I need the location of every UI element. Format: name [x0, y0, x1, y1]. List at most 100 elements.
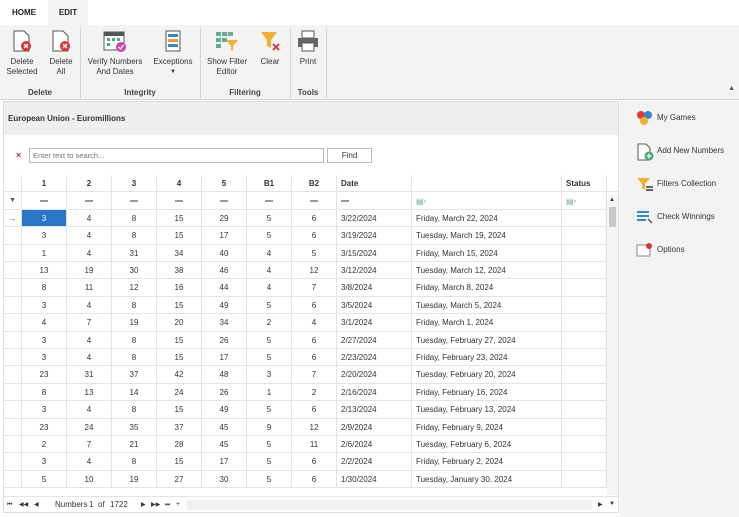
grid-cell[interactable]: 2/16/2024: [337, 383, 412, 401]
status-cell[interactable]: [562, 279, 607, 296]
clear-search-icon[interactable]: ×: [16, 150, 21, 160]
grid-cell[interactable]: 26: [202, 331, 247, 348]
grid-cell[interactable]: 6: [292, 401, 337, 418]
grid-cell[interactable]: 3/15/2024: [337, 244, 412, 261]
collapse-ribbon-icon[interactable]: ▲: [728, 85, 735, 92]
grid-cell[interactable]: 2: [292, 383, 337, 401]
grid-cell[interactable]: 3: [22, 296, 67, 314]
column-header[interactable]: 5: [202, 175, 247, 192]
status-cell[interactable]: [562, 383, 607, 401]
prev-page-group-icon[interactable]: ◀◀: [19, 497, 28, 513]
filter-cell[interactable]: ▤▫: [562, 192, 607, 209]
status-cell[interactable]: [562, 314, 607, 331]
grid-cell[interactable]: 4: [247, 262, 292, 279]
first-page-icon[interactable]: ⏮: [7, 497, 12, 513]
status-cell[interactable]: [562, 262, 607, 279]
grid-cell[interactable]: 15: [157, 349, 202, 366]
grid-cell[interactable]: 6: [292, 470, 337, 488]
table-row[interactable]: 13 19 30 38 46 4 12 3/12/2024 Tuesday, March 12,…: [4, 262, 607, 280]
grid-cell[interactable]: 8: [22, 383, 67, 401]
grid-cell[interactable]: 30: [202, 470, 247, 488]
grid-cell[interactable]: Friday, March 8, 2024: [412, 279, 562, 296]
grid-cell[interactable]: Friday, March 1, 2024: [412, 314, 562, 331]
grid-cell[interactable]: 5: [247, 470, 292, 488]
filter-operator-icon[interactable]: [85, 200, 93, 203]
grid-cell[interactable]: 4: [67, 331, 112, 348]
grid-cell[interactable]: 4: [67, 227, 112, 244]
grid-cell[interactable]: 3/19/2024: [337, 227, 412, 244]
grid-cell[interactable]: 12: [112, 279, 157, 296]
table-row[interactable]: 23 31 37 42 48 3 7 2/20/2024 Tuesday, February 2…: [4, 366, 607, 384]
grid-cell[interactable]: 6: [292, 349, 337, 366]
grid-cell[interactable]: 3/1/2024: [337, 314, 412, 331]
table-row[interactable]: 4 7 19 20 34 2 4 3/1/2024 Friday, March 1, 2024: [4, 314, 607, 332]
grid-cell[interactable]: 14: [112, 383, 157, 401]
grid-cell[interactable]: Friday, February 23, 2024: [412, 349, 562, 366]
filter-operator-icon[interactable]: [40, 200, 48, 203]
add-row-icon[interactable]: +: [176, 497, 180, 513]
grid-cell[interactable]: 26: [202, 383, 247, 401]
grid-cell[interactable]: 19: [112, 314, 157, 331]
grid-cell[interactable]: 48: [202, 366, 247, 383]
grid-cell[interactable]: 3/12/2024: [337, 262, 412, 279]
grid-cell[interactable]: 1: [247, 383, 292, 401]
table-row[interactable]: 3 4 8 15 17 5 6 3/19/2024 Tuesday, March 19, 202…: [4, 227, 607, 245]
column-header[interactable]: 2: [67, 175, 112, 192]
table-row[interactable]: 5 10 19 27 30 5 6 1/30/2024 Tuesday, January 30,…: [4, 470, 607, 489]
grid-cell[interactable]: 6: [292, 331, 337, 348]
filter-cell[interactable]: [112, 192, 157, 209]
filter-operator-icon[interactable]: [175, 200, 183, 203]
grid-cell[interactable]: Tuesday, February 20, 2024: [412, 366, 562, 383]
grid-cell[interactable]: 23: [22, 418, 67, 435]
grid-cell[interactable]: 35: [112, 418, 157, 435]
grid-cell[interactable]: 40: [202, 244, 247, 261]
grid-cell[interactable]: 4: [67, 209, 112, 227]
prev-page-icon[interactable]: ◀: [34, 497, 39, 513]
grid-cell[interactable]: 37: [112, 366, 157, 383]
grid-cell[interactable]: 30: [112, 262, 157, 279]
status-cell[interactable]: [562, 453, 607, 470]
search-input[interactable]: [29, 148, 324, 163]
grid-cell[interactable]: 1/30/2024: [337, 470, 412, 488]
grid-cell[interactable]: 3: [22, 453, 67, 470]
table-row[interactable]: 2 7 21 28 45 5 11 2/6/2024 Tuesday, February 6, …: [4, 436, 607, 454]
grid-cell[interactable]: 20: [157, 314, 202, 331]
table-row[interactable]: 1 4 31 34 40 4 5 3/15/2024 Friday, March 15, 202…: [4, 244, 607, 262]
grid-cell[interactable]: 17: [202, 349, 247, 366]
filter-cell[interactable]: [202, 192, 247, 209]
grid-cell[interactable]: 46: [202, 262, 247, 279]
grid-cell[interactable]: Tuesday, February 6, 2024: [412, 436, 562, 453]
grid-cell[interactable]: 1: [22, 244, 67, 261]
grid-cell[interactable]: 8: [112, 453, 157, 470]
grid-cell[interactable]: 5: [247, 453, 292, 470]
grid-cell[interactable]: Friday, February 9, 2024: [412, 418, 562, 435]
grid-cell[interactable]: 5: [292, 244, 337, 261]
grid-cell[interactable]: 2/6/2024: [337, 436, 412, 453]
grid-cell[interactable]: Tuesday, February 27, 2024: [412, 331, 562, 348]
grid-cell[interactable]: 5: [247, 296, 292, 314]
grid-cell[interactable]: 15: [157, 296, 202, 314]
status-cell[interactable]: [562, 401, 607, 418]
status-cell[interactable]: [562, 244, 607, 261]
grid-cell[interactable]: 34: [202, 314, 247, 331]
column-header[interactable]: 1: [22, 175, 67, 192]
show-filter-editor-button[interactable]: Show Filter Editor: [204, 29, 250, 77]
grid-cell[interactable]: 49: [202, 296, 247, 314]
grid-cell[interactable]: 5: [247, 349, 292, 366]
exceptions-button[interactable]: Exceptions ▼: [152, 29, 194, 77]
status-cell[interactable]: [562, 331, 607, 348]
grid-cell[interactable]: 7: [67, 436, 112, 453]
vertical-scrollbar[interactable]: ▲ ▼: [607, 195, 618, 507]
grid-cell[interactable]: Friday, February 2, 2024: [412, 453, 562, 470]
next-page-group-icon[interactable]: ▶▶: [151, 497, 160, 513]
grid-cell[interactable]: 8: [112, 401, 157, 418]
status-cell[interactable]: [562, 436, 607, 453]
status-cell[interactable]: [562, 418, 607, 435]
grid-cell[interactable]: 15: [157, 401, 202, 418]
grid-cell[interactable]: 2/20/2024: [337, 366, 412, 383]
grid-cell[interactable]: 4: [292, 314, 337, 331]
grid-cell[interactable]: 15: [157, 209, 202, 227]
grid-cell[interactable]: 9: [247, 418, 292, 435]
filter-cell[interactable]: [247, 192, 292, 209]
table-row[interactable]: 3 4 8 15 17 5 6 2/23/2024 Friday, February 23, 2…: [4, 349, 607, 367]
